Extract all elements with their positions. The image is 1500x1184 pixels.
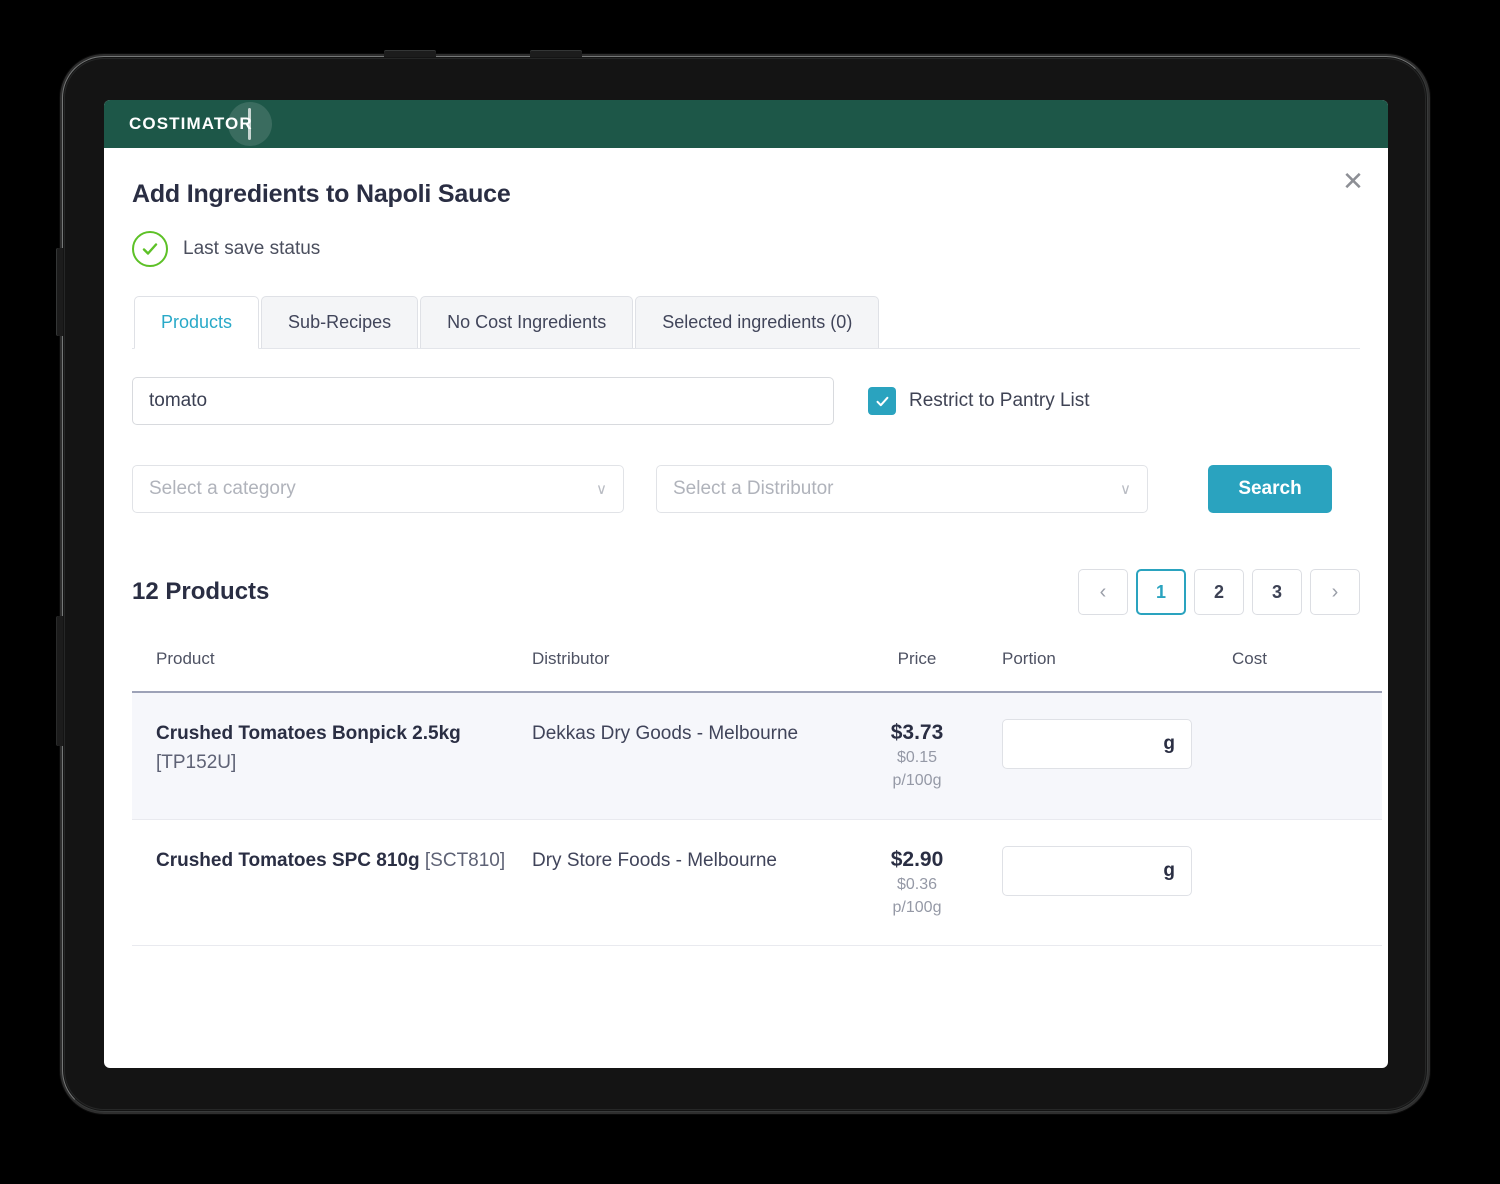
filter-row: Select a category ∨ Select a Distributor… [132,465,1360,513]
brand[interactable]: COSTIMATOR [129,102,272,146]
cell-distributor: Dry Store Foods - Melbourne [532,819,832,947]
cell-distributor: Dekkas Dry Goods - Melbourne [532,692,832,820]
products-table-body: Crushed Tomatoes Bonpick 2.5kg [TP152U] … [132,692,1382,947]
portion-input[interactable]: g [1002,719,1192,769]
product-name: Crushed Tomatoes SPC 810g [156,849,420,871]
product-name: Crushed Tomatoes Bonpick 2.5kg [156,723,461,744]
chevron-down-icon: ∨ [1120,480,1131,498]
tab-sub-recipes[interactable]: Sub-Recipes [261,296,419,348]
cell-cost [1232,692,1382,820]
pagination-page-3[interactable]: 3 [1252,569,1302,615]
portion-input[interactable]: g [1002,845,1192,896]
search-row: Restrict to Pantry List [132,377,1360,425]
pagination-page-1[interactable]: 1 [1136,569,1186,615]
product-sku: [SCT810] [424,849,506,871]
search-button[interactable]: Search [1208,465,1332,513]
price-unit-label: p/100g [892,899,942,917]
tab-products[interactable]: Products [134,296,260,349]
price-unit-label: p/100g [892,772,942,790]
chevron-down-icon: ∨ [596,480,607,498]
search-input[interactable] [132,377,834,425]
cell-portion: g [1002,692,1232,820]
product-sku: [TP152U] [156,752,237,774]
portion-unit-label: g [1163,733,1175,754]
cell-portion: g [1002,819,1232,947]
results-count: 12 Products [132,578,270,605]
restrict-pantry-checkbox[interactable] [868,387,896,415]
cell-cost [1232,819,1382,947]
portion-unit-label: g [1163,859,1175,881]
tablet-screen: COSTIMATOR ✕ Add Ingredients to Napoli S… [104,100,1388,1068]
side-button-secondary[interactable] [57,616,63,746]
table-row[interactable]: Crushed Tomatoes Bonpick 2.5kg [TP152U] … [132,692,1382,820]
category-select[interactable]: Select a category ∨ [132,465,624,513]
pagination: ‹ 1 2 3 › [1078,569,1360,615]
tablet-device-frame: COSTIMATOR ✕ Add Ingredients to Napoli S… [57,51,1428,1112]
pagination-next-button[interactable]: › [1310,569,1360,615]
tab-selected-ingredients[interactable]: Selected ingredients (0) [635,296,880,348]
pagination-page-2[interactable]: 2 [1194,569,1244,615]
power-button[interactable] [57,248,63,336]
save-status: Last save status [132,231,1360,267]
price-value: $2.90 [890,847,944,871]
table-header-row: Product Distributor Price Portion Cost [132,649,1382,693]
check-circle-icon [132,231,168,267]
volume-down-button[interactable] [530,51,582,57]
cell-product: Crushed Tomatoes Bonpick 2.5kg [TP152U] [132,692,532,820]
brand-title: COSTIMATOR [129,114,253,133]
save-status-label: Last save status [183,238,321,259]
column-header-price: Price [832,649,1002,693]
distributor-select[interactable]: Select a Distributor ∨ [656,465,1148,513]
column-header-distributor: Distributor [532,649,832,693]
price-value: $3.73 [890,721,944,744]
restrict-pantry-label: Restrict to Pantry List [909,390,1090,411]
app-header-bar: COSTIMATOR [104,100,1388,148]
modal-body: ✕ Add Ingredients to Napoli Sauce Last s… [104,148,1388,1068]
distributor-select-placeholder: Select a Distributor [673,478,834,499]
pantry-filter: Restrict to Pantry List [868,387,1090,415]
pagination-prev-button[interactable]: ‹ [1078,569,1128,615]
cell-product: Crushed Tomatoes SPC 810g [SCT810] [132,819,532,947]
column-header-product: Product [132,649,532,693]
column-header-cost: Cost [1232,649,1382,693]
tab-bar: Products Sub-Recipes No Cost Ingredients… [132,295,1360,349]
products-table: Product Distributor Price Portion Cost C… [132,649,1382,947]
price-unit-value: $0.15 [896,749,938,767]
results-header: 12 Products ‹ 1 2 3 › [132,569,1360,615]
price-unit-value: $0.36 [896,875,938,893]
tab-no-cost-ingredients[interactable]: No Cost Ingredients [420,296,634,348]
cell-price: $3.73 $0.15 p/100g [832,692,1002,820]
page-title: Add Ingredients to Napoli Sauce [132,180,511,208]
table-row[interactable]: Crushed Tomatoes SPC 810g [SCT810] Dry S… [132,819,1382,947]
cell-price: $2.90 $0.36 p/100g [832,819,1002,947]
close-icon[interactable]: ✕ [1336,164,1370,198]
products-table-head: Product Distributor Price Portion Cost [132,649,1382,693]
column-header-portion: Portion [1002,649,1232,693]
volume-up-button[interactable] [384,51,436,57]
category-select-placeholder: Select a category [149,478,296,499]
